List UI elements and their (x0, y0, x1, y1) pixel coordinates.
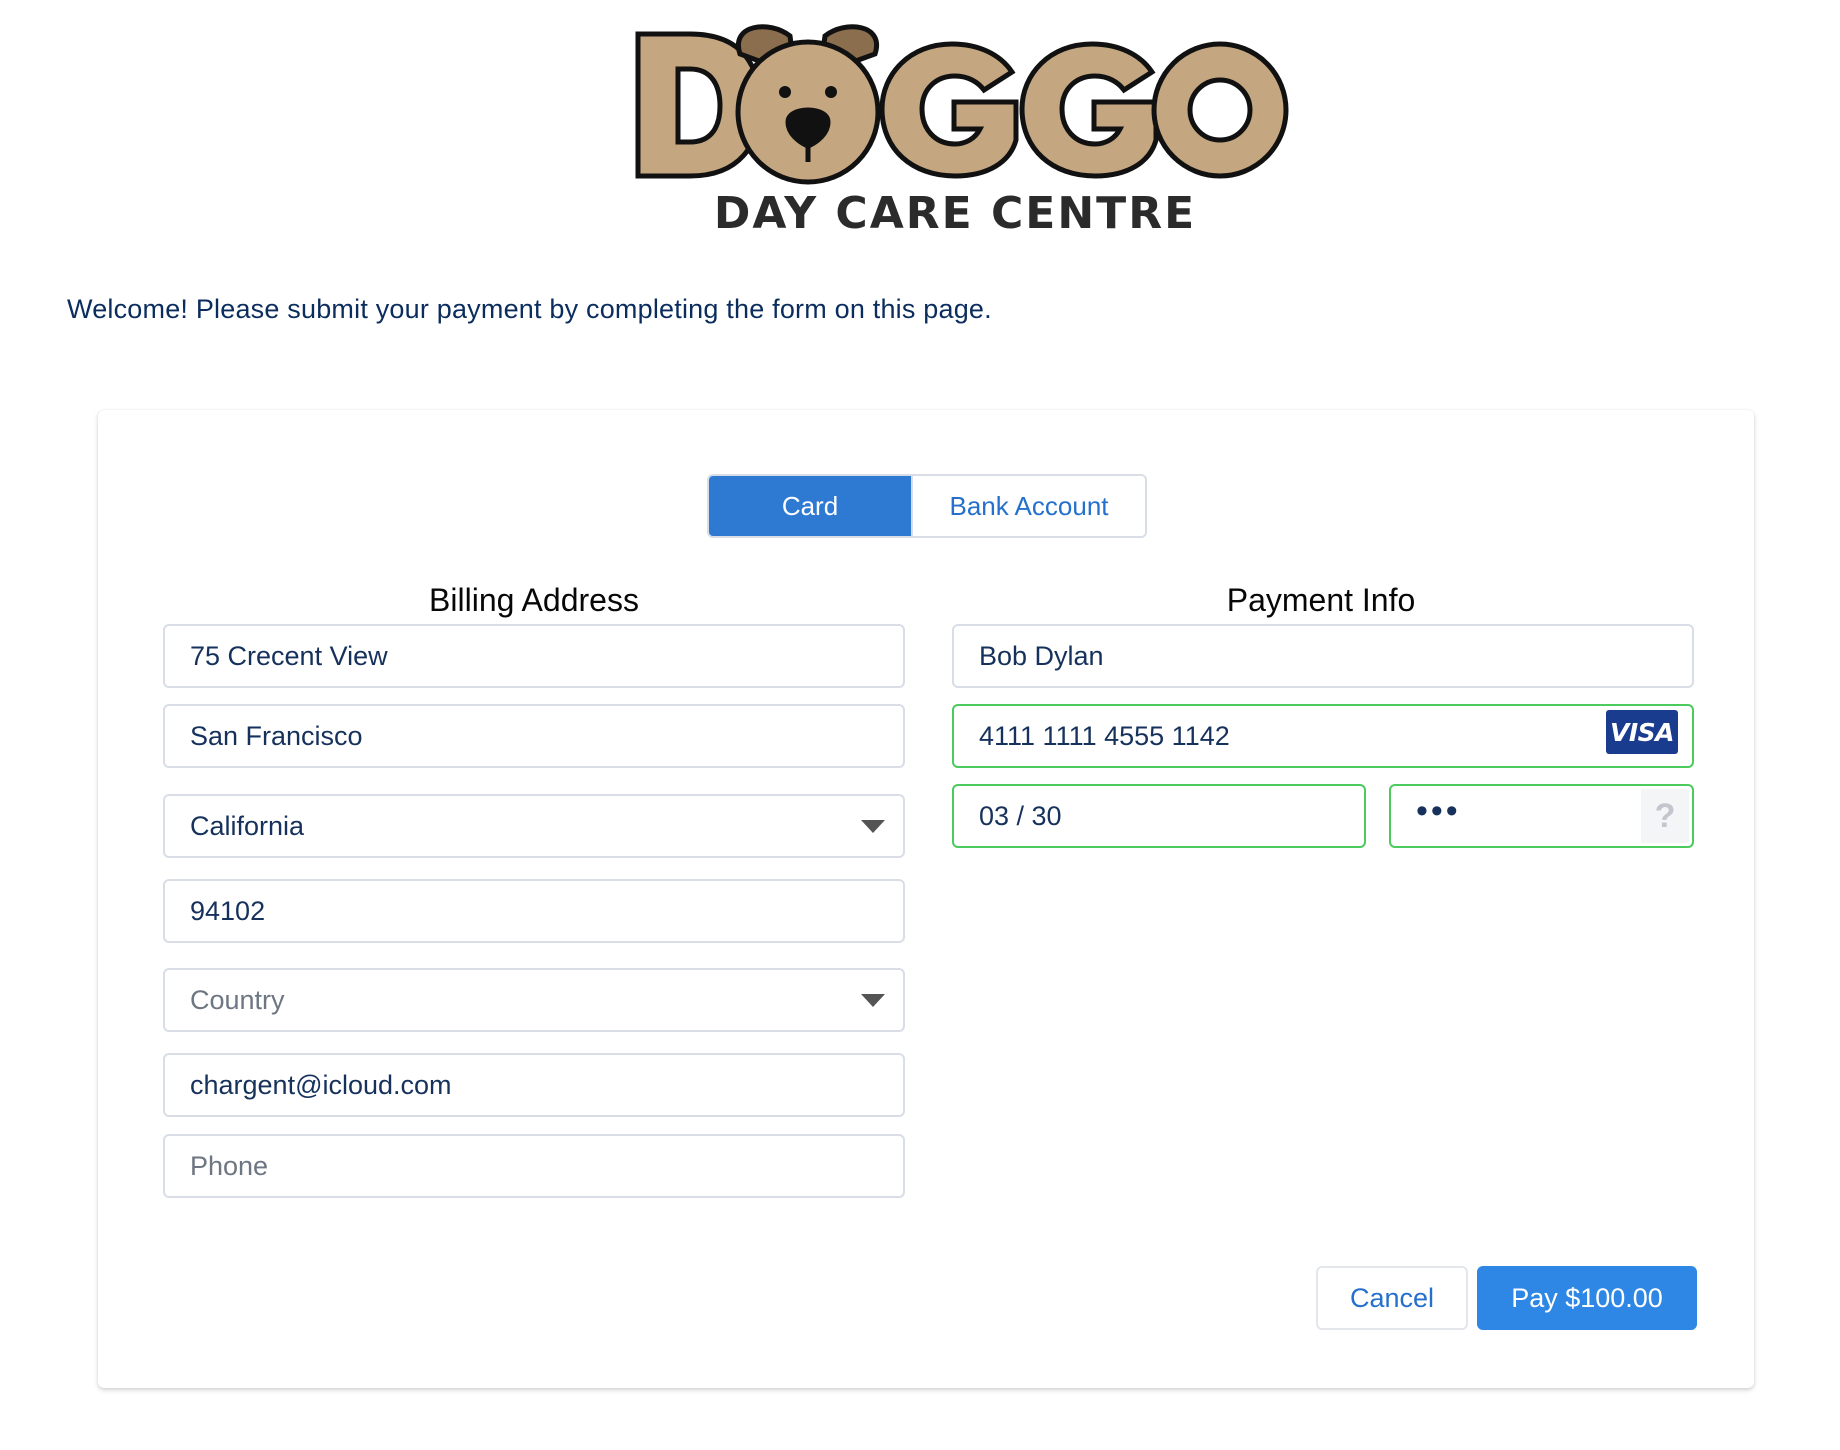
card-number-field[interactable]: 4111 1111 4555 1142 VISA (952, 704, 1694, 768)
card-number-value: 4111 1111 4555 1142 (979, 720, 1230, 751)
card-brand-label: VISA (1609, 717, 1675, 747)
cvc-value: ••• (1416, 792, 1461, 830)
cancel-button[interactable]: Cancel (1316, 1266, 1468, 1330)
street-field[interactable]: 75 Crecent View (163, 624, 905, 688)
city-field[interactable]: San Francisco (163, 704, 905, 768)
phone-placeholder: Phone (190, 1150, 269, 1181)
email-field[interactable]: chargent@icloud.com (163, 1053, 905, 1117)
dog-face-icon (735, 24, 881, 185)
pay-button[interactable]: Pay $100.00 (1477, 1266, 1697, 1330)
phone-field[interactable]: Phone (163, 1134, 905, 1198)
logo-wordmark (635, 31, 1289, 179)
expiry-value: 03 / 30 (979, 800, 1062, 831)
cardholder-name-value: Bob Dylan (979, 640, 1104, 671)
tab-bank-account[interactable]: Bank Account (911, 476, 1145, 536)
country-placeholder: Country (190, 984, 285, 1015)
billing-address-title: Billing Address (429, 582, 639, 618)
welcome-message: Welcome! Please submit your payment by c… (67, 294, 992, 324)
zip-field[interactable]: 94102 (163, 879, 905, 943)
state-select[interactable]: California (163, 794, 905, 858)
state-value: California (190, 810, 305, 841)
company-logo: DAY CARE CENTRE (620, 14, 1290, 244)
payment-info-title: Payment Info (1226, 582, 1416, 618)
country-select[interactable]: Country (163, 968, 905, 1032)
logo-tagline: DAY CARE CENTRE (714, 188, 1196, 239)
chevron-down-icon (861, 820, 885, 833)
visa-card-icon: VISA (1606, 710, 1678, 754)
city-value: San Francisco (190, 720, 363, 751)
cvc-field[interactable]: ••• ? (1389, 784, 1694, 848)
street-value: 75 Crecent View (190, 640, 388, 671)
expiry-field[interactable]: 03 / 30 (952, 784, 1366, 848)
cardholder-name-field[interactable]: Bob Dylan (952, 624, 1694, 688)
tab-card[interactable]: Card (709, 476, 911, 536)
email-value: chargent@icloud.com (190, 1069, 452, 1100)
zip-value: 94102 (190, 895, 266, 926)
payment-method-tabs: Card Bank Account (707, 474, 1147, 538)
help-question-icon[interactable]: ? (1641, 789, 1689, 843)
chevron-down-icon (861, 994, 885, 1007)
